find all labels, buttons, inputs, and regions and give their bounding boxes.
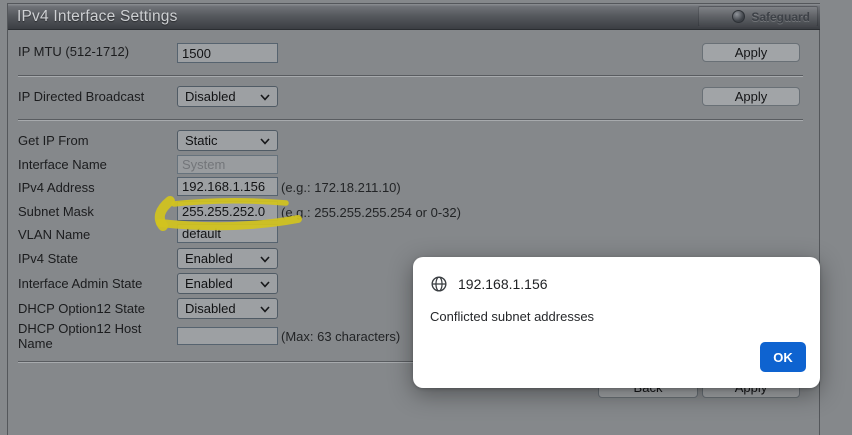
interface-name-label: Interface Name xyxy=(18,157,107,172)
subnet-mask-hint: (e.g.: 255.255.255.254 or 0-32) xyxy=(281,205,461,220)
page-header: IPv4 Interface Settings Safeguard xyxy=(8,4,820,30)
ipv4-address-hint: (e.g.: 172.18.211.10) xyxy=(281,180,401,195)
safeguard-logo: Safeguard xyxy=(698,6,818,27)
alert-dialog-title: 192.168.1.156 xyxy=(458,276,548,292)
globe-icon xyxy=(431,276,447,292)
admin-state-select[interactable]: Enabled xyxy=(177,273,278,294)
alert-dialog-message: Conflicted subnet addresses xyxy=(430,309,595,324)
mtu-apply-button[interactable]: Apply xyxy=(702,43,800,62)
ok-button[interactable]: OK xyxy=(760,342,806,372)
chevron-down-icon xyxy=(260,138,270,145)
dhcp-option12-state-select[interactable]: Disabled xyxy=(177,298,278,319)
dhcp-option12-host-hint: (Max: 63 characters) xyxy=(281,329,401,344)
subnet-mask-label: Subnet Mask xyxy=(18,204,94,219)
admin-state-label: Interface Admin State xyxy=(18,276,143,291)
chevron-down-icon xyxy=(260,256,270,263)
subnet-mask-input[interactable] xyxy=(177,201,278,221)
mtu-label: IP MTU (512-1712) xyxy=(18,44,130,59)
vlan-name-input[interactable] xyxy=(177,224,278,243)
directed-broadcast-select[interactable]: Disabled xyxy=(177,86,278,107)
interface-name-input xyxy=(177,155,278,174)
vlan-name-label: VLAN Name xyxy=(18,227,91,242)
dhcp-option12-state-label: DHCP Option12 State xyxy=(18,301,145,316)
separator xyxy=(18,75,803,77)
alert-dialog: 192.168.1.156 Conflicted subnet addresse… xyxy=(413,257,820,388)
mtu-input[interactable] xyxy=(177,43,278,63)
ipv4-state-value: Enabled xyxy=(185,251,233,266)
page-title: IPv4 Interface Settings xyxy=(17,8,178,25)
directed-broadcast-apply-button[interactable]: Apply xyxy=(702,87,800,106)
separator xyxy=(18,119,803,121)
ipv4-state-select[interactable]: Enabled xyxy=(177,248,278,269)
dhcp-option12-host-input[interactable] xyxy=(177,327,278,345)
directed-broadcast-value: Disabled xyxy=(185,89,236,104)
ipv4-address-input[interactable] xyxy=(177,177,278,196)
safeguard-icon xyxy=(732,10,746,23)
ipv4-state-label: IPv4 State xyxy=(18,251,78,266)
get-ip-from-select[interactable]: Static xyxy=(177,130,278,151)
ipv4-address-label: IPv4 Address xyxy=(18,180,95,195)
dhcp-option12-host-label: DHCP Option12 Host Name xyxy=(18,321,142,351)
dhcp-option12-state-value: Disabled xyxy=(185,301,236,316)
directed-broadcast-label: IP Directed Broadcast xyxy=(18,89,145,104)
chevron-down-icon xyxy=(260,94,270,101)
alert-dialog-header: 192.168.1.156 xyxy=(430,275,548,293)
safeguard-label: Safeguard xyxy=(751,9,810,24)
get-ip-from-value: Static xyxy=(185,133,218,148)
admin-state-value: Enabled xyxy=(185,276,233,291)
chevron-down-icon xyxy=(260,306,270,313)
get-ip-from-label: Get IP From xyxy=(18,133,89,148)
chevron-down-icon xyxy=(260,281,270,288)
